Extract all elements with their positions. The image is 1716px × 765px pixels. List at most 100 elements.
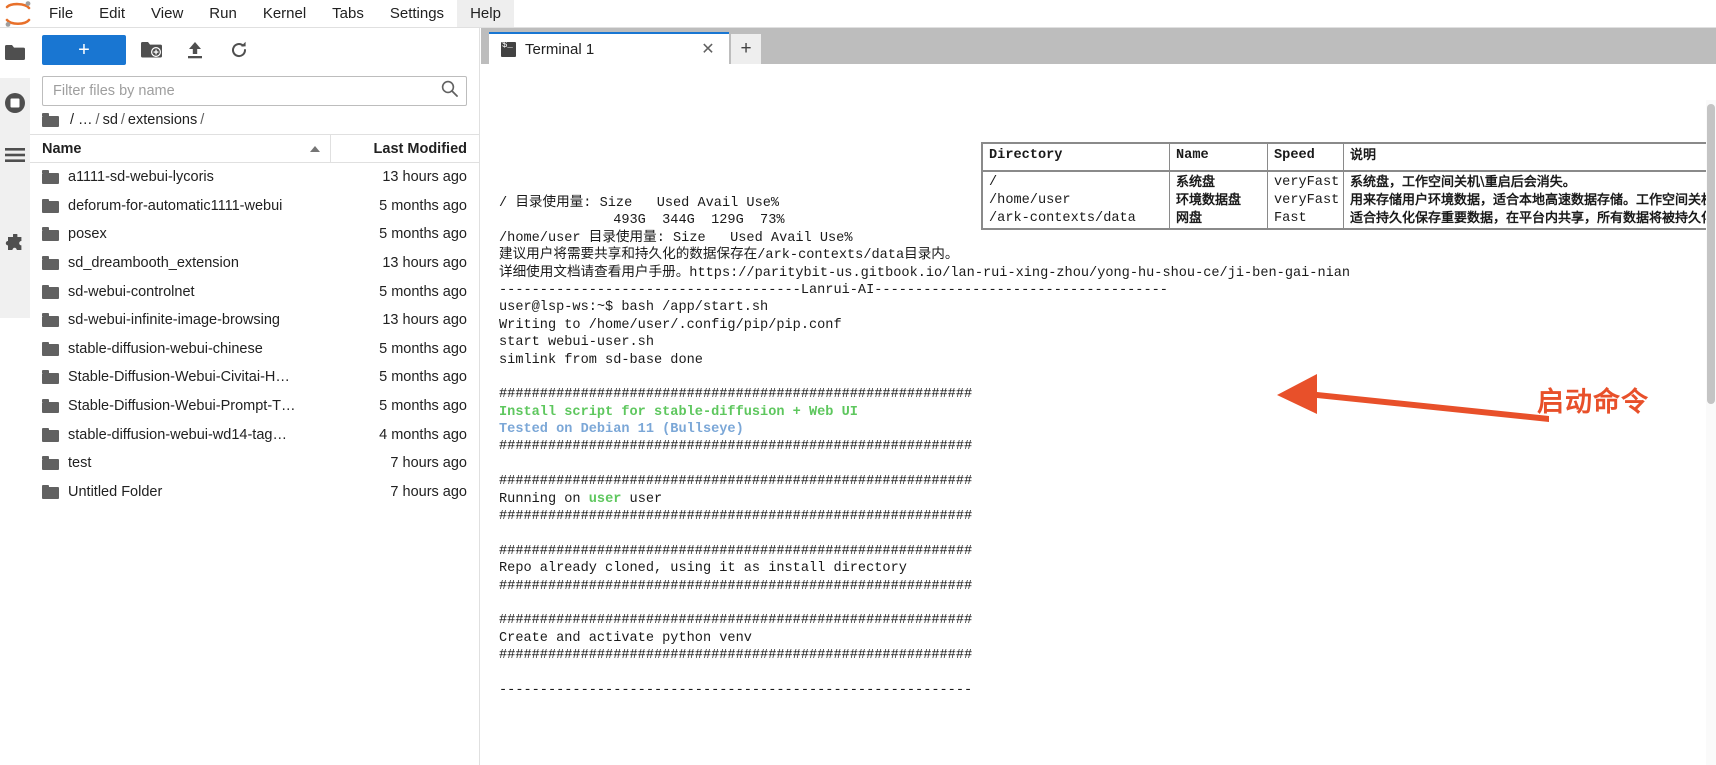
terminal-line: user@lsp-ws:~$ bash /app/start.sh bbox=[499, 300, 769, 316]
terminal-token: user bbox=[629, 491, 663, 507]
terminal-scrollbar[interactable] bbox=[1706, 100, 1716, 765]
upload-icon[interactable] bbox=[176, 35, 214, 65]
file-list-item[interactable]: sd-webui-infinite-image-browsing 13 hours… bbox=[30, 306, 479, 335]
file-name-cell: test bbox=[30, 455, 331, 471]
file-name-label: sd_dreambooth_extension bbox=[68, 255, 239, 272]
main-dock-area: Terminal 1 ✕ + / 目录使用量: Size Used Avail … bbox=[481, 28, 1716, 765]
menu-run[interactable]: Run bbox=[196, 0, 250, 27]
terminal-line: ########################################… bbox=[499, 648, 973, 664]
file-list-item[interactable]: Stable-Diffusion-Webui-Prompt-T… 5 months… bbox=[30, 392, 479, 421]
extension-manager-icon[interactable] bbox=[0, 228, 30, 261]
terminal-line: 详细使用文档请查看用户手册。https://paritybit-us.gitbo… bbox=[499, 265, 1351, 281]
file-modified-cell: 5 months ago bbox=[379, 197, 467, 214]
tab-bar: Terminal 1 ✕ + bbox=[481, 28, 1716, 64]
breadcrumb-home-folder-icon[interactable] bbox=[42, 113, 59, 127]
terminal-line: Install script for stable-diffusion + We… bbox=[499, 404, 858, 420]
td-speed-1: veryFast bbox=[1274, 193, 1340, 208]
file-name-cell: deforum-for-automatic1111-webui bbox=[30, 198, 331, 214]
column-header-last-modified[interactable]: Last Modified bbox=[331, 141, 479, 157]
folder-icon bbox=[42, 427, 59, 442]
th-name: Name bbox=[1170, 144, 1268, 170]
folder-icon bbox=[42, 370, 59, 385]
file-modified-cell: 5 months ago bbox=[379, 398, 467, 415]
td-directory-2: /ark-contexts/data bbox=[989, 211, 1136, 226]
terminal-scrollbar-thumb[interactable] bbox=[1707, 104, 1715, 404]
menu-settings[interactable]: Settings bbox=[377, 0, 457, 27]
terminal-line: ########################################… bbox=[499, 439, 973, 455]
file-name-cell: stable-diffusion-webui-chinese bbox=[30, 341, 331, 357]
drive-table-body: / /home/user /ark-contexts/data 系统盘 环境数据… bbox=[983, 172, 1716, 228]
file-list-item[interactable]: sd_dreambooth_extension 13 hours ago bbox=[30, 249, 479, 278]
search-input[interactable] bbox=[51, 82, 441, 100]
terminal-text: / 目录使用量: Size Used Avail Use% 493G 344G … bbox=[499, 195, 1350, 699]
breadcrumb-part-ellipsis[interactable]: … bbox=[76, 112, 95, 128]
breadcrumb: / … / sd / extensions / bbox=[30, 106, 479, 134]
td-desc-2: 适合持久化保存重要数据，在平台内共享，所有数据将被持久化保存。 bbox=[1350, 211, 1716, 226]
td-speed-0: veryFast bbox=[1274, 175, 1340, 190]
terminal-line: ########################################… bbox=[499, 613, 973, 629]
file-list-item[interactable]: Stable-Diffusion-Webui-Civitai-H… 5 month… bbox=[30, 363, 479, 392]
terminal-token: on bbox=[564, 491, 589, 507]
column-header-name[interactable]: Name bbox=[30, 135, 331, 162]
terminal-line: Tested on Debian 11 (Bullseye) bbox=[499, 422, 744, 438]
breadcrumb-part-sd[interactable]: sd bbox=[101, 112, 120, 128]
terminal-token: user bbox=[588, 491, 630, 507]
menu-tabs[interactable]: Tabs bbox=[319, 0, 377, 27]
file-modified-cell: 13 hours ago bbox=[382, 255, 467, 272]
menu-kernel[interactable]: Kernel bbox=[250, 0, 319, 27]
breadcrumb-part-extensions[interactable]: extensions bbox=[126, 112, 199, 128]
file-modified-cell: 13 hours ago bbox=[382, 169, 467, 186]
breadcrumb-part-root[interactable]: / bbox=[68, 112, 76, 128]
file-list-item[interactable]: posex 5 months ago bbox=[30, 220, 479, 249]
new-folder-icon[interactable] bbox=[132, 35, 170, 65]
file-modified-cell: 5 months ago bbox=[379, 340, 467, 357]
running-terminals-icon[interactable] bbox=[0, 86, 30, 119]
menu-edit[interactable]: Edit bbox=[86, 0, 138, 27]
menu-view[interactable]: View bbox=[138, 0, 196, 27]
tab-terminal-1[interactable]: Terminal 1 ✕ bbox=[489, 32, 729, 64]
file-list-item[interactable]: sd-webui-controlnet 5 months ago bbox=[30, 277, 479, 306]
refresh-icon[interactable] bbox=[220, 35, 258, 65]
file-modified-cell: 7 hours ago bbox=[390, 455, 467, 472]
close-icon[interactable]: ✕ bbox=[697, 38, 719, 60]
menu-file[interactable]: File bbox=[36, 0, 86, 27]
annotation-label: 启动命令 bbox=[1537, 387, 1649, 418]
file-list: a1111-sd-webui-lycoris 13 hours ago deforu… bbox=[30, 163, 479, 506]
file-list-item[interactable]: a1111-sd-webui-lycoris 13 hours ago bbox=[30, 163, 479, 192]
file-modified-cell: 4 months ago bbox=[379, 426, 467, 443]
terminal-line: ########################################… bbox=[499, 387, 973, 403]
file-name-label: sd-webui-controlnet bbox=[68, 283, 195, 300]
file-list-item[interactable]: test 7 hours ago bbox=[30, 449, 479, 478]
file-list-item[interactable]: Untitled Folder 7 hours ago bbox=[30, 478, 479, 507]
terminal-line: ----------------------------------------… bbox=[499, 682, 973, 698]
file-name-cell: sd-webui-infinite-image-browsing bbox=[30, 312, 331, 328]
terminal-line: /home/user 目录使用量: Size Used Avail Use% bbox=[499, 230, 853, 246]
file-modified-cell: 5 months ago bbox=[379, 226, 467, 243]
td-name-1: 环境数据盘 bbox=[1176, 193, 1242, 208]
td-directory-0: / bbox=[989, 175, 998, 190]
drive-info-table: Directory Name Speed 说明 / /home/user /ar… bbox=[981, 142, 1716, 230]
file-list-item[interactable]: stable-diffusion-webui-wd14-tag… 4 months… bbox=[30, 420, 479, 449]
terminal-output[interactable]: / 目录使用量: Size Used Avail Use% 493G 344G … bbox=[481, 64, 1716, 765]
file-name-label: stable-diffusion-webui-chinese bbox=[68, 340, 263, 357]
file-browser-icon[interactable] bbox=[0, 36, 30, 69]
add-tab-icon[interactable]: + bbox=[731, 34, 761, 64]
new-launcher-button[interactable]: + bbox=[42, 35, 126, 65]
folder-icon bbox=[42, 227, 59, 242]
file-name-label: Untitled Folder bbox=[68, 483, 163, 500]
terminal-line: ########################################… bbox=[499, 509, 973, 525]
file-modified-cell: 5 months ago bbox=[379, 283, 467, 300]
file-list-item[interactable]: stable-diffusion-webui-chinese 5 months a… bbox=[30, 335, 479, 364]
td-desc-1: 用来存储用户环境数据，适合本地高速数据存储。工作空间关机\重启不会消失。 bbox=[1350, 193, 1716, 208]
filter-files-field[interactable] bbox=[42, 76, 467, 106]
th-directory: Directory bbox=[983, 144, 1170, 170]
commands-icon[interactable] bbox=[0, 138, 30, 171]
file-modified-cell: 7 hours ago bbox=[390, 483, 467, 500]
menu-help[interactable]: Help bbox=[457, 0, 514, 27]
file-name-cell: a1111-sd-webui-lycoris bbox=[30, 169, 331, 185]
terminal-icon bbox=[501, 40, 516, 57]
file-list-item[interactable]: deforum-for-automatic1111-webui 5 months … bbox=[30, 192, 479, 221]
file-name-cell: posex bbox=[30, 226, 331, 242]
folder-icon bbox=[42, 341, 59, 356]
